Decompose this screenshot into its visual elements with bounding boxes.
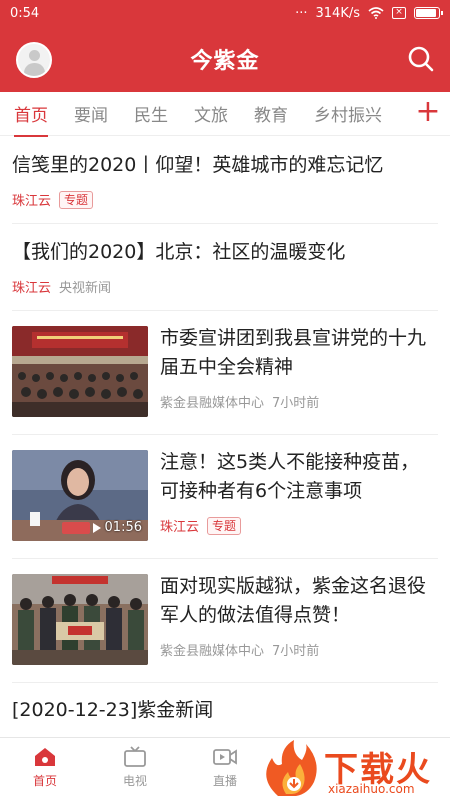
news-time: 7小时前 bbox=[272, 396, 320, 411]
news-thumbnail bbox=[12, 574, 148, 665]
avatar[interactable] bbox=[16, 42, 52, 78]
duration-text: 01:56 bbox=[104, 520, 142, 535]
app-title: 今紫金 bbox=[190, 49, 260, 74]
news-source: 珠江云 bbox=[12, 194, 52, 209]
news-source-secondary: 央视新闻 bbox=[59, 281, 112, 296]
search-icon[interactable] bbox=[406, 44, 436, 74]
news-title: 信笺里的2020丨仰望！英雄城市的难忘记忆 bbox=[12, 154, 384, 176]
news-thumbnail bbox=[12, 326, 148, 417]
wifi-icon bbox=[368, 7, 384, 19]
nav-tv-label: 电视 bbox=[122, 774, 147, 788]
app-header: 今紫金 bbox=[0, 26, 450, 92]
news-title: 面对现实版越狱，紫金这名退役军人的做法值得点赞！ bbox=[160, 575, 427, 626]
nav-home-label: 首页 bbox=[32, 774, 57, 788]
news-source: 紫金县融媒体中心 bbox=[160, 396, 265, 411]
play-icon bbox=[92, 522, 101, 533]
avatar-body bbox=[24, 63, 45, 76]
nav-live[interactable]: 直播 bbox=[180, 738, 270, 800]
news-title: 注意！这5类人不能接种疫苗，可接种者有6个注意事项 bbox=[160, 451, 420, 502]
news-source: 珠江云 bbox=[12, 281, 52, 296]
home-icon bbox=[35, 748, 55, 766]
channel-tabs: 首页 要闻 民生 文旅 教育 乡村振兴 + bbox=[0, 92, 450, 137]
news-item[interactable]: 01:56 注意！这5类人不能接种疫苗，可接种者有6个注意事项 珠江云 专题 bbox=[12, 435, 438, 559]
network-speed: 314K/s bbox=[315, 5, 361, 21]
tab-home[interactable]: 首页 bbox=[14, 101, 48, 137]
nav-tv[interactable]: 电视 bbox=[90, 738, 180, 800]
tab-fade bbox=[384, 92, 414, 135]
tab-news[interactable]: 要闻 bbox=[74, 101, 108, 126]
topic-tag: 专题 bbox=[59, 190, 94, 209]
add-channel-button[interactable]: + bbox=[414, 97, 442, 128]
news-title: 【我们的2020】北京：社区的温暖变化 bbox=[12, 241, 346, 263]
news-source: 紫金县融媒体中心 bbox=[160, 644, 265, 659]
status-time: 0:54 bbox=[10, 5, 40, 21]
sim-icon: × bbox=[392, 7, 406, 19]
nav-live-label: 直播 bbox=[212, 774, 237, 788]
tab-rural-revitalization[interactable]: 乡村振兴 bbox=[314, 101, 382, 126]
battery-icon bbox=[414, 7, 443, 19]
video-duration: 01:56 bbox=[92, 520, 142, 535]
news-feed: 信笺里的2020丨仰望！英雄城市的难忘记忆 珠江云 专题 【我们的2020】北京… bbox=[0, 137, 450, 722]
tv-icon bbox=[124, 746, 146, 767]
news-item[interactable]: 【我们的2020】北京：社区的温暖变化 珠江云 央视新闻 bbox=[12, 224, 438, 311]
nav-home[interactable]: 首页 bbox=[0, 738, 90, 800]
tab-education[interactable]: 教育 bbox=[254, 101, 288, 126]
status-bar: 0:54 ··· 314K/s × bbox=[0, 0, 450, 26]
news-item[interactable]: 信笺里的2020丨仰望！英雄城市的难忘记忆 珠江云 专题 bbox=[12, 137, 438, 224]
video-thumbnail: 01:56 bbox=[12, 450, 148, 541]
news-source: 珠江云 bbox=[160, 520, 200, 535]
tab-culture-tourism[interactable]: 文旅 bbox=[194, 101, 228, 126]
watermark-logo: 下载火 xiazaihuo.com bbox=[258, 738, 448, 798]
news-title: 市委宣讲团到我县宣讲党的十九届五中全会精神 bbox=[160, 327, 427, 378]
news-item-partial[interactable]: [2020-12-23]紫金新闻 bbox=[12, 683, 438, 722]
status-dots: ··· bbox=[295, 5, 308, 21]
news-item[interactable]: 市委宣讲团到我县宣讲党的十九届五中全会精神 紫金县融媒体中心 7小时前 bbox=[12, 311, 438, 435]
news-item[interactable]: 面对现实版越狱，紫金这名退役军人的做法值得点赞！ 紫金县融媒体中心 7小时前 bbox=[12, 559, 438, 683]
avatar-head bbox=[29, 50, 40, 61]
tab-livelihood[interactable]: 民生 bbox=[134, 101, 168, 126]
live-video-icon bbox=[213, 749, 237, 765]
topic-tag: 专题 bbox=[207, 516, 242, 535]
watermark-url: xiazaihuo.com bbox=[328, 782, 415, 796]
news-time: 7小时前 bbox=[272, 644, 320, 659]
